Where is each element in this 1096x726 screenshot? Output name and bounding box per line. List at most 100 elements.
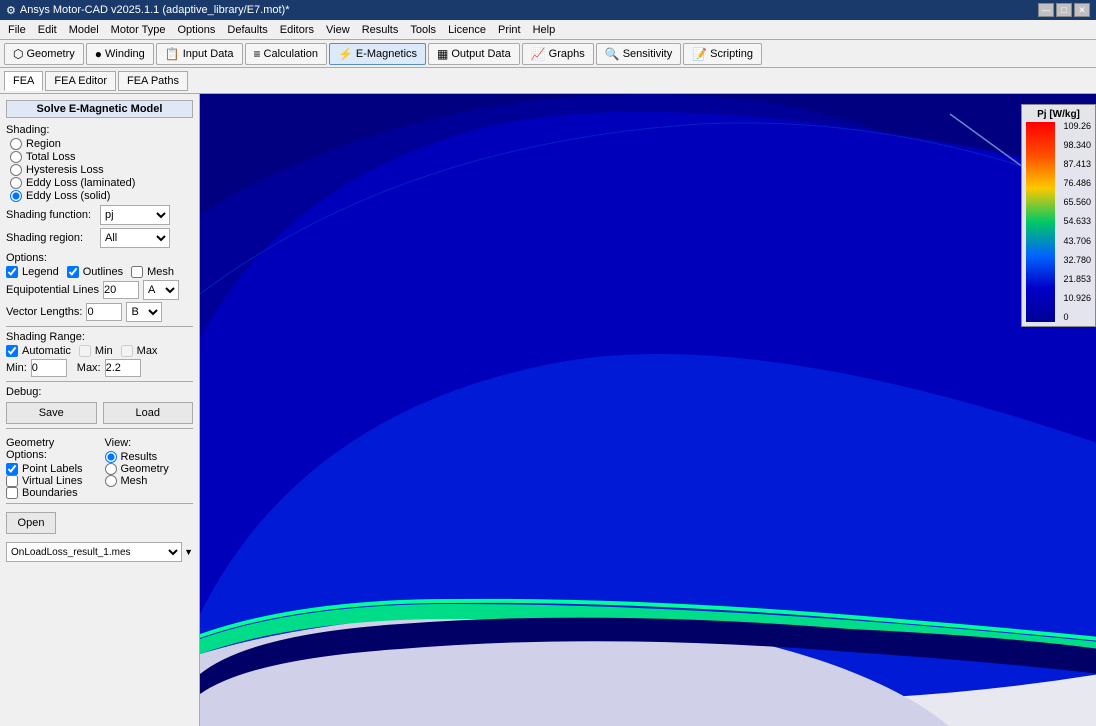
shading-options: Region Total Loss Hysteresis Loss Eddy L… [10, 138, 193, 202]
vector-label: Vector Lengths: [6, 306, 82, 318]
legend-value-7: 32.780 [1063, 256, 1091, 265]
shading-eddy-lam-row: Eddy Loss (laminated) [10, 177, 193, 189]
shading-total-loss-radio[interactable] [10, 151, 22, 163]
virtual-lines-checkbox[interactable] [6, 475, 18, 487]
menu-item-view[interactable]: View [320, 22, 356, 38]
automatic-checkbox[interactable] [6, 345, 18, 357]
max-value-input[interactable] [105, 359, 141, 377]
shading-region-row2: Shading region: AllStatorRotor [6, 228, 193, 248]
menubar: FileEditModelMotor TypeOptionsDefaultsEd… [0, 20, 1096, 40]
legend-label: Legend [22, 266, 59, 278]
menu-item-results[interactable]: Results [356, 22, 405, 38]
max-label: Max [137, 345, 158, 357]
legend-value-4: 65.560 [1063, 198, 1091, 207]
legend-value-10: 0 [1063, 313, 1091, 322]
geometry-options-label: Geometry Options: [6, 437, 95, 461]
toolbar-btn-sensitivity[interactable]: 🔍Sensitivity [596, 43, 681, 65]
debug-label: Debug: [6, 386, 193, 398]
shading-range-label: Shading Range: [6, 331, 193, 343]
scripting-icon: 📝 [692, 47, 707, 61]
menu-item-editors[interactable]: Editors [274, 22, 320, 38]
options-checkboxes: Legend Outlines Mesh [6, 266, 193, 278]
shading-eddy-solid-row: Eddy Loss (solid) [10, 190, 193, 202]
equipotential-row: Equipotential Lines AB [6, 280, 193, 300]
winding-icon: ● [95, 47, 102, 61]
subtab-fea-paths[interactable]: FEA Paths [118, 71, 188, 91]
max-value-label: Max: [77, 362, 101, 374]
range-checkboxes: Automatic Min Max [6, 345, 193, 357]
menu-item-edit[interactable]: Edit [32, 22, 63, 38]
geometry-icon: ⬡ [13, 47, 23, 61]
menu-item-defaults[interactable]: Defaults [221, 22, 273, 38]
save-button[interactable]: Save [6, 402, 97, 424]
shading-function-select[interactable]: pjBHMu [100, 205, 170, 225]
geometry-view-radio[interactable] [105, 463, 117, 475]
mesh-view-label: Mesh [121, 475, 148, 487]
equipotential-input[interactable] [103, 281, 139, 299]
outlines-checkbox[interactable] [67, 266, 79, 278]
mesh-radio[interactable] [105, 475, 117, 487]
outlines-checkbox-row: Outlines [67, 266, 123, 278]
legend-checkbox[interactable] [6, 266, 18, 278]
toolbar-btn-calculation[interactable]: ≡Calculation [245, 43, 327, 65]
menu-item-tools[interactable]: Tools [404, 22, 442, 38]
results-radio[interactable] [105, 451, 117, 463]
menu-item-file[interactable]: File [2, 22, 32, 38]
mesh-checkbox[interactable] [131, 266, 143, 278]
minimize-button[interactable]: — [1038, 3, 1054, 17]
left-panel: Solve E-Magnetic Model Shading: Region T… [0, 94, 200, 726]
subtab-fea-editor[interactable]: FEA Editor [45, 71, 116, 91]
boundaries-checkbox[interactable] [6, 487, 18, 499]
canvas-area: Motor-CAD [200, 94, 1096, 726]
close-button[interactable]: ✕ [1074, 3, 1090, 17]
shading-eddy-solid-radio[interactable] [10, 190, 22, 202]
scripting-label: Scripting [710, 48, 753, 60]
toolbar-btn-scripting[interactable]: 📝Scripting [683, 43, 762, 65]
titlebar-controls[interactable]: — □ ✕ [1038, 3, 1090, 17]
mesh-label: Mesh [147, 266, 174, 278]
menu-item-motor type[interactable]: Motor Type [105, 22, 172, 38]
load-button[interactable]: Load [103, 402, 194, 424]
divider4 [6, 503, 193, 504]
max-checkbox[interactable] [121, 345, 133, 357]
min-value-input[interactable] [31, 359, 67, 377]
maximize-button[interactable]: □ [1056, 3, 1072, 17]
min-label: Min [95, 345, 113, 357]
vector-input[interactable] [86, 303, 122, 321]
divider2 [6, 381, 193, 382]
file-select[interactable]: OnLoadLoss_result_1.mes [6, 542, 182, 562]
menu-item-licence[interactable]: Licence [442, 22, 492, 38]
toolbar-btn-graphs[interactable]: 📈Graphs [522, 43, 594, 65]
shading-eddy-lam-radio[interactable] [10, 177, 22, 189]
automatic-label: Automatic [22, 345, 71, 357]
vector-select[interactable]: AB [126, 302, 162, 322]
toolbar-btn-output-data[interactable]: ▦Output Data [428, 43, 520, 65]
menu-item-options[interactable]: Options [172, 22, 222, 38]
geometry-view-row: Geometry [105, 463, 194, 475]
legend-value-8: 21.853 [1063, 275, 1091, 284]
shading-region-select[interactable]: AllStatorRotor [100, 228, 170, 248]
shading-hysteresis-radio[interactable] [10, 164, 22, 176]
graphs-label: Graphs [549, 48, 585, 60]
menu-item-model[interactable]: Model [63, 22, 105, 38]
sub-toolbar: FEAFEA EditorFEA Paths [0, 68, 1096, 94]
menu-item-help[interactable]: Help [527, 22, 562, 38]
menu-item-print[interactable]: Print [492, 22, 527, 38]
toolbar-btn-input-data[interactable]: 📋Input Data [156, 43, 243, 65]
toolbar-btn-geometry[interactable]: ⬡Geometry [4, 43, 84, 65]
open-button[interactable]: Open [6, 512, 56, 534]
min-checkbox[interactable] [79, 345, 91, 357]
automatic-checkbox-row: Automatic [6, 345, 71, 357]
legend-value-9: 10.926 [1063, 294, 1091, 303]
output-data-label: Output Data [451, 48, 510, 60]
divider3 [6, 428, 193, 429]
subtab-fea[interactable]: FEA [4, 71, 43, 91]
point-labels-checkbox[interactable] [6, 463, 18, 475]
equipotential-select[interactable]: AB [143, 280, 179, 300]
toolbar-btn-e-magnetics[interactable]: ⚡E-Magnetics [329, 43, 426, 65]
geometry-view-label: Geometry [121, 463, 169, 475]
toolbar-btn-winding[interactable]: ●Winding [86, 43, 154, 65]
output-data-icon: ▦ [437, 47, 448, 61]
legend-title: Pj [W/kg] [1026, 109, 1091, 120]
shading-region-radio[interactable] [10, 138, 22, 150]
